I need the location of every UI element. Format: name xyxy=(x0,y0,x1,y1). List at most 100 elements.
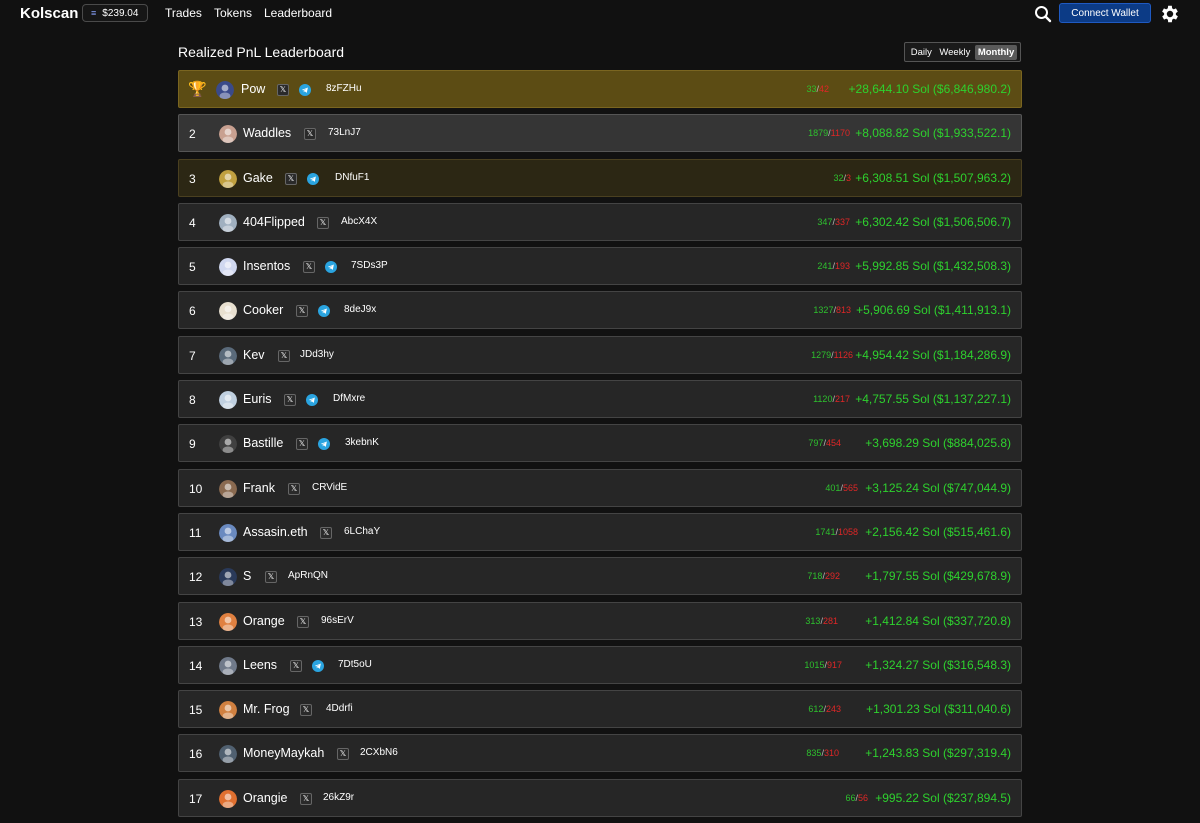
avatar[interactable] xyxy=(219,302,237,321)
table-row[interactable]: 14 Leens 𝕏 7Dt5oU 1015/917 +1,324.27 Sol ($… xyxy=(178,645,1022,684)
avatar[interactable] xyxy=(219,258,237,277)
table-row[interactable]: 7 Kev 𝕏 JDd3hy 1279/1126 +4,954.42 Sol ($1,1… xyxy=(178,335,1022,374)
table-row[interactable]: 16 MoneyMaykah 𝕏 2CXbN6 835/310 +1,243.83 So… xyxy=(178,734,1022,773)
trader-name[interactable]: Euris xyxy=(243,392,271,406)
telegram-icon[interactable] xyxy=(306,394,318,407)
sol-price-pill[interactable]: ≡ $239.04 xyxy=(82,4,148,22)
wallet-address[interactable]: DfMxre xyxy=(333,393,365,404)
table-row[interactable]: 11 Assasin.eth 𝕏 6LChaY 1741/1058 +2,156.42 … xyxy=(178,512,1022,551)
telegram-icon[interactable] xyxy=(318,438,330,451)
wallet-address[interactable]: 7SDs3P xyxy=(351,260,388,271)
search-icon[interactable] xyxy=(1033,4,1053,24)
wallet-address[interactable]: 6LChaY xyxy=(344,526,380,537)
trader-name[interactable]: Kev xyxy=(243,348,265,362)
trader-name[interactable]: Orangie xyxy=(243,791,287,805)
x-twitter-icon[interactable]: 𝕏 xyxy=(320,526,332,539)
wallet-address[interactable]: DNfuF1 xyxy=(335,172,369,183)
avatar[interactable] xyxy=(219,656,237,675)
nav-trades[interactable]: Trades xyxy=(165,6,202,20)
telegram-icon[interactable] xyxy=(325,261,337,274)
wallet-address[interactable]: CRVidE xyxy=(312,482,347,493)
x-twitter-icon[interactable]: 𝕏 xyxy=(277,84,289,96)
nav-leaderboard[interactable]: Leaderboard xyxy=(264,6,332,20)
table-row[interactable]: 9 Bastille 𝕏 3kebnK 797/454 +3,698.29 Sol (… xyxy=(178,424,1022,463)
avatar[interactable] xyxy=(219,391,237,410)
x-twitter-icon[interactable]: 𝕏 xyxy=(285,172,297,185)
wallet-address[interactable]: 96sErV xyxy=(321,615,354,626)
telegram-icon[interactable] xyxy=(299,84,311,96)
trader-name[interactable]: Leens xyxy=(243,658,277,672)
tab-daily[interactable]: Daily xyxy=(908,45,935,60)
telegram-icon[interactable] xyxy=(318,305,330,318)
table-row[interactable]: 🏆 Pow 𝕏 8zFZHu 33/42 +28,644.10 Sol ($6,846… xyxy=(178,70,1022,108)
trader-name[interactable]: MoneyMaykah xyxy=(243,746,324,760)
table-row[interactable]: 5 Insentos 𝕏 7SDs3P 241/193 +5,992.85 Sol (… xyxy=(178,247,1022,286)
avatar[interactable] xyxy=(219,523,237,542)
nav-tokens[interactable]: Tokens xyxy=(214,6,252,20)
wallet-address[interactable]: ApRnQN xyxy=(288,570,328,581)
table-row[interactable]: 6 Cooker 𝕏 8deJ9x 1327/813 +5,906.69 Sol ($… xyxy=(178,291,1022,330)
table-row[interactable]: 4 404Flipped 𝕏 AbcX4X 347/337 +6,302.42 Sol … xyxy=(178,202,1022,241)
x-twitter-icon[interactable]: 𝕏 xyxy=(284,394,296,407)
trader-name[interactable]: Orange xyxy=(243,614,285,628)
connect-wallet-button[interactable]: Connect Wallet xyxy=(1059,3,1151,23)
avatar[interactable] xyxy=(219,125,237,144)
table-row[interactable]: 12 S 𝕏 ApRnQN 718/292 +1,797.55 Sol ($429,67… xyxy=(178,557,1022,596)
table-row[interactable]: 8 Euris 𝕏 DfMxre 1120/217 +4,757.55 Sol ($1… xyxy=(178,380,1022,419)
trader-name[interactable]: Cooker xyxy=(243,303,283,317)
trader-name[interactable]: 404Flipped xyxy=(243,215,305,229)
table-row[interactable]: 13 Orange 𝕏 96sErV 313/281 +1,412.84 Sol ($3… xyxy=(178,601,1022,640)
tab-monthly[interactable]: Monthly xyxy=(974,44,1018,60)
wallet-address[interactable]: 73LnJ7 xyxy=(328,127,361,138)
table-row[interactable]: 17 Orangie 𝕏 26kZ9r 66/56 +995.22 Sol ($237,… xyxy=(178,778,1022,817)
wallet-address[interactable]: 8zFZHu xyxy=(326,83,362,94)
avatar[interactable] xyxy=(219,612,237,631)
avatar[interactable] xyxy=(219,435,237,454)
x-twitter-icon[interactable]: 𝕏 xyxy=(290,659,302,672)
wallet-address[interactable]: JDd3hy xyxy=(300,349,334,360)
avatar[interactable] xyxy=(219,169,237,188)
avatar[interactable] xyxy=(216,81,234,99)
avatar[interactable] xyxy=(219,701,237,720)
trader-name[interactable]: Pow xyxy=(241,82,265,96)
wallet-address[interactable]: 8deJ9x xyxy=(344,304,376,315)
x-twitter-icon[interactable]: 𝕏 xyxy=(337,748,349,761)
trader-name[interactable]: Waddles xyxy=(243,126,291,140)
trader-name[interactable]: Assasin.eth xyxy=(243,525,308,539)
x-twitter-icon[interactable]: 𝕏 xyxy=(303,261,315,274)
trader-name[interactable]: Insentos xyxy=(243,259,290,273)
avatar[interactable] xyxy=(219,745,237,764)
avatar[interactable] xyxy=(219,346,237,365)
avatar[interactable] xyxy=(219,479,237,498)
x-twitter-icon[interactable]: 𝕏 xyxy=(300,792,312,805)
telegram-icon[interactable] xyxy=(307,172,319,185)
logo[interactable]: Kolscan xyxy=(20,5,78,22)
avatar[interactable] xyxy=(219,789,237,808)
x-twitter-icon[interactable]: 𝕏 xyxy=(304,128,316,141)
trader-name[interactable]: Bastille xyxy=(243,436,283,450)
wallet-address[interactable]: 4Ddrfi xyxy=(326,703,353,714)
gear-icon[interactable] xyxy=(1159,3,1181,25)
avatar[interactable] xyxy=(219,213,237,232)
tab-weekly[interactable]: Weekly xyxy=(936,45,973,60)
x-twitter-icon[interactable]: 𝕏 xyxy=(278,349,290,362)
table-row[interactable]: 15 Mr. Frog 𝕏 4Ddrfi 612/243 +1,301.23 Sol (… xyxy=(178,690,1022,729)
trader-name[interactable]: S xyxy=(243,569,251,583)
x-twitter-icon[interactable]: 𝕏 xyxy=(300,704,312,717)
x-twitter-icon[interactable]: 𝕏 xyxy=(297,615,309,628)
table-row[interactable]: 3 Gake 𝕏 DNfuF1 32/3 +6,308.51 Sol ($1,507,… xyxy=(178,158,1022,197)
x-twitter-icon[interactable]: 𝕏 xyxy=(296,305,308,318)
wallet-address[interactable]: 26kZ9r xyxy=(323,792,354,803)
wallet-address[interactable]: AbcX4X xyxy=(341,216,377,227)
x-twitter-icon[interactable]: 𝕏 xyxy=(317,216,329,229)
wallet-address[interactable]: 3kebnK xyxy=(345,437,379,448)
wallet-address[interactable]: 2CXbN6 xyxy=(360,747,398,758)
avatar[interactable] xyxy=(219,568,237,587)
wallet-address[interactable]: 7Dt5oU xyxy=(338,659,372,670)
table-row[interactable]: 2 Waddles 𝕏 73LnJ7 1879/1170 +8,088.82 Sol (… xyxy=(178,114,1022,153)
x-twitter-icon[interactable]: 𝕏 xyxy=(288,482,300,495)
trader-name[interactable]: Mr. Frog xyxy=(243,702,290,716)
trader-name[interactable]: Gake xyxy=(243,171,273,185)
x-twitter-icon[interactable]: 𝕏 xyxy=(296,438,308,451)
x-twitter-icon[interactable]: 𝕏 xyxy=(265,571,277,584)
